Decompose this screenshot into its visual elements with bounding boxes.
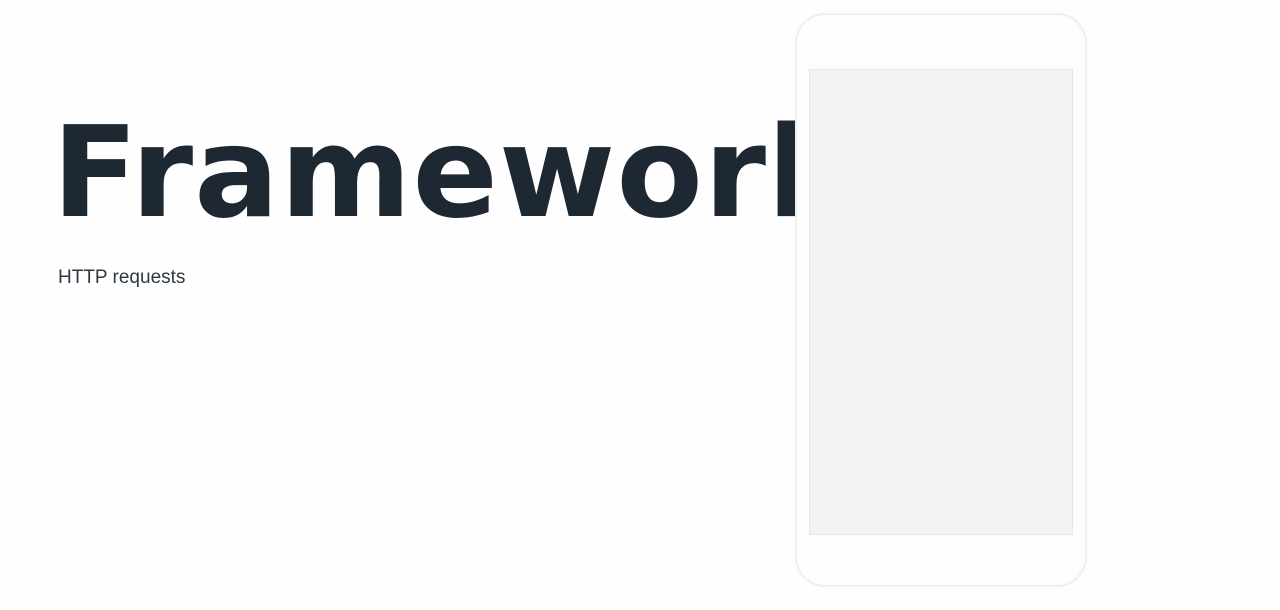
phone-screen <box>809 69 1073 535</box>
slide-title: Framework <box>52 99 852 246</box>
slide: Framework HTTP requests <box>0 0 1280 610</box>
slide-subtitle: HTTP requests <box>58 267 186 288</box>
phone-mockup <box>795 13 1087 587</box>
